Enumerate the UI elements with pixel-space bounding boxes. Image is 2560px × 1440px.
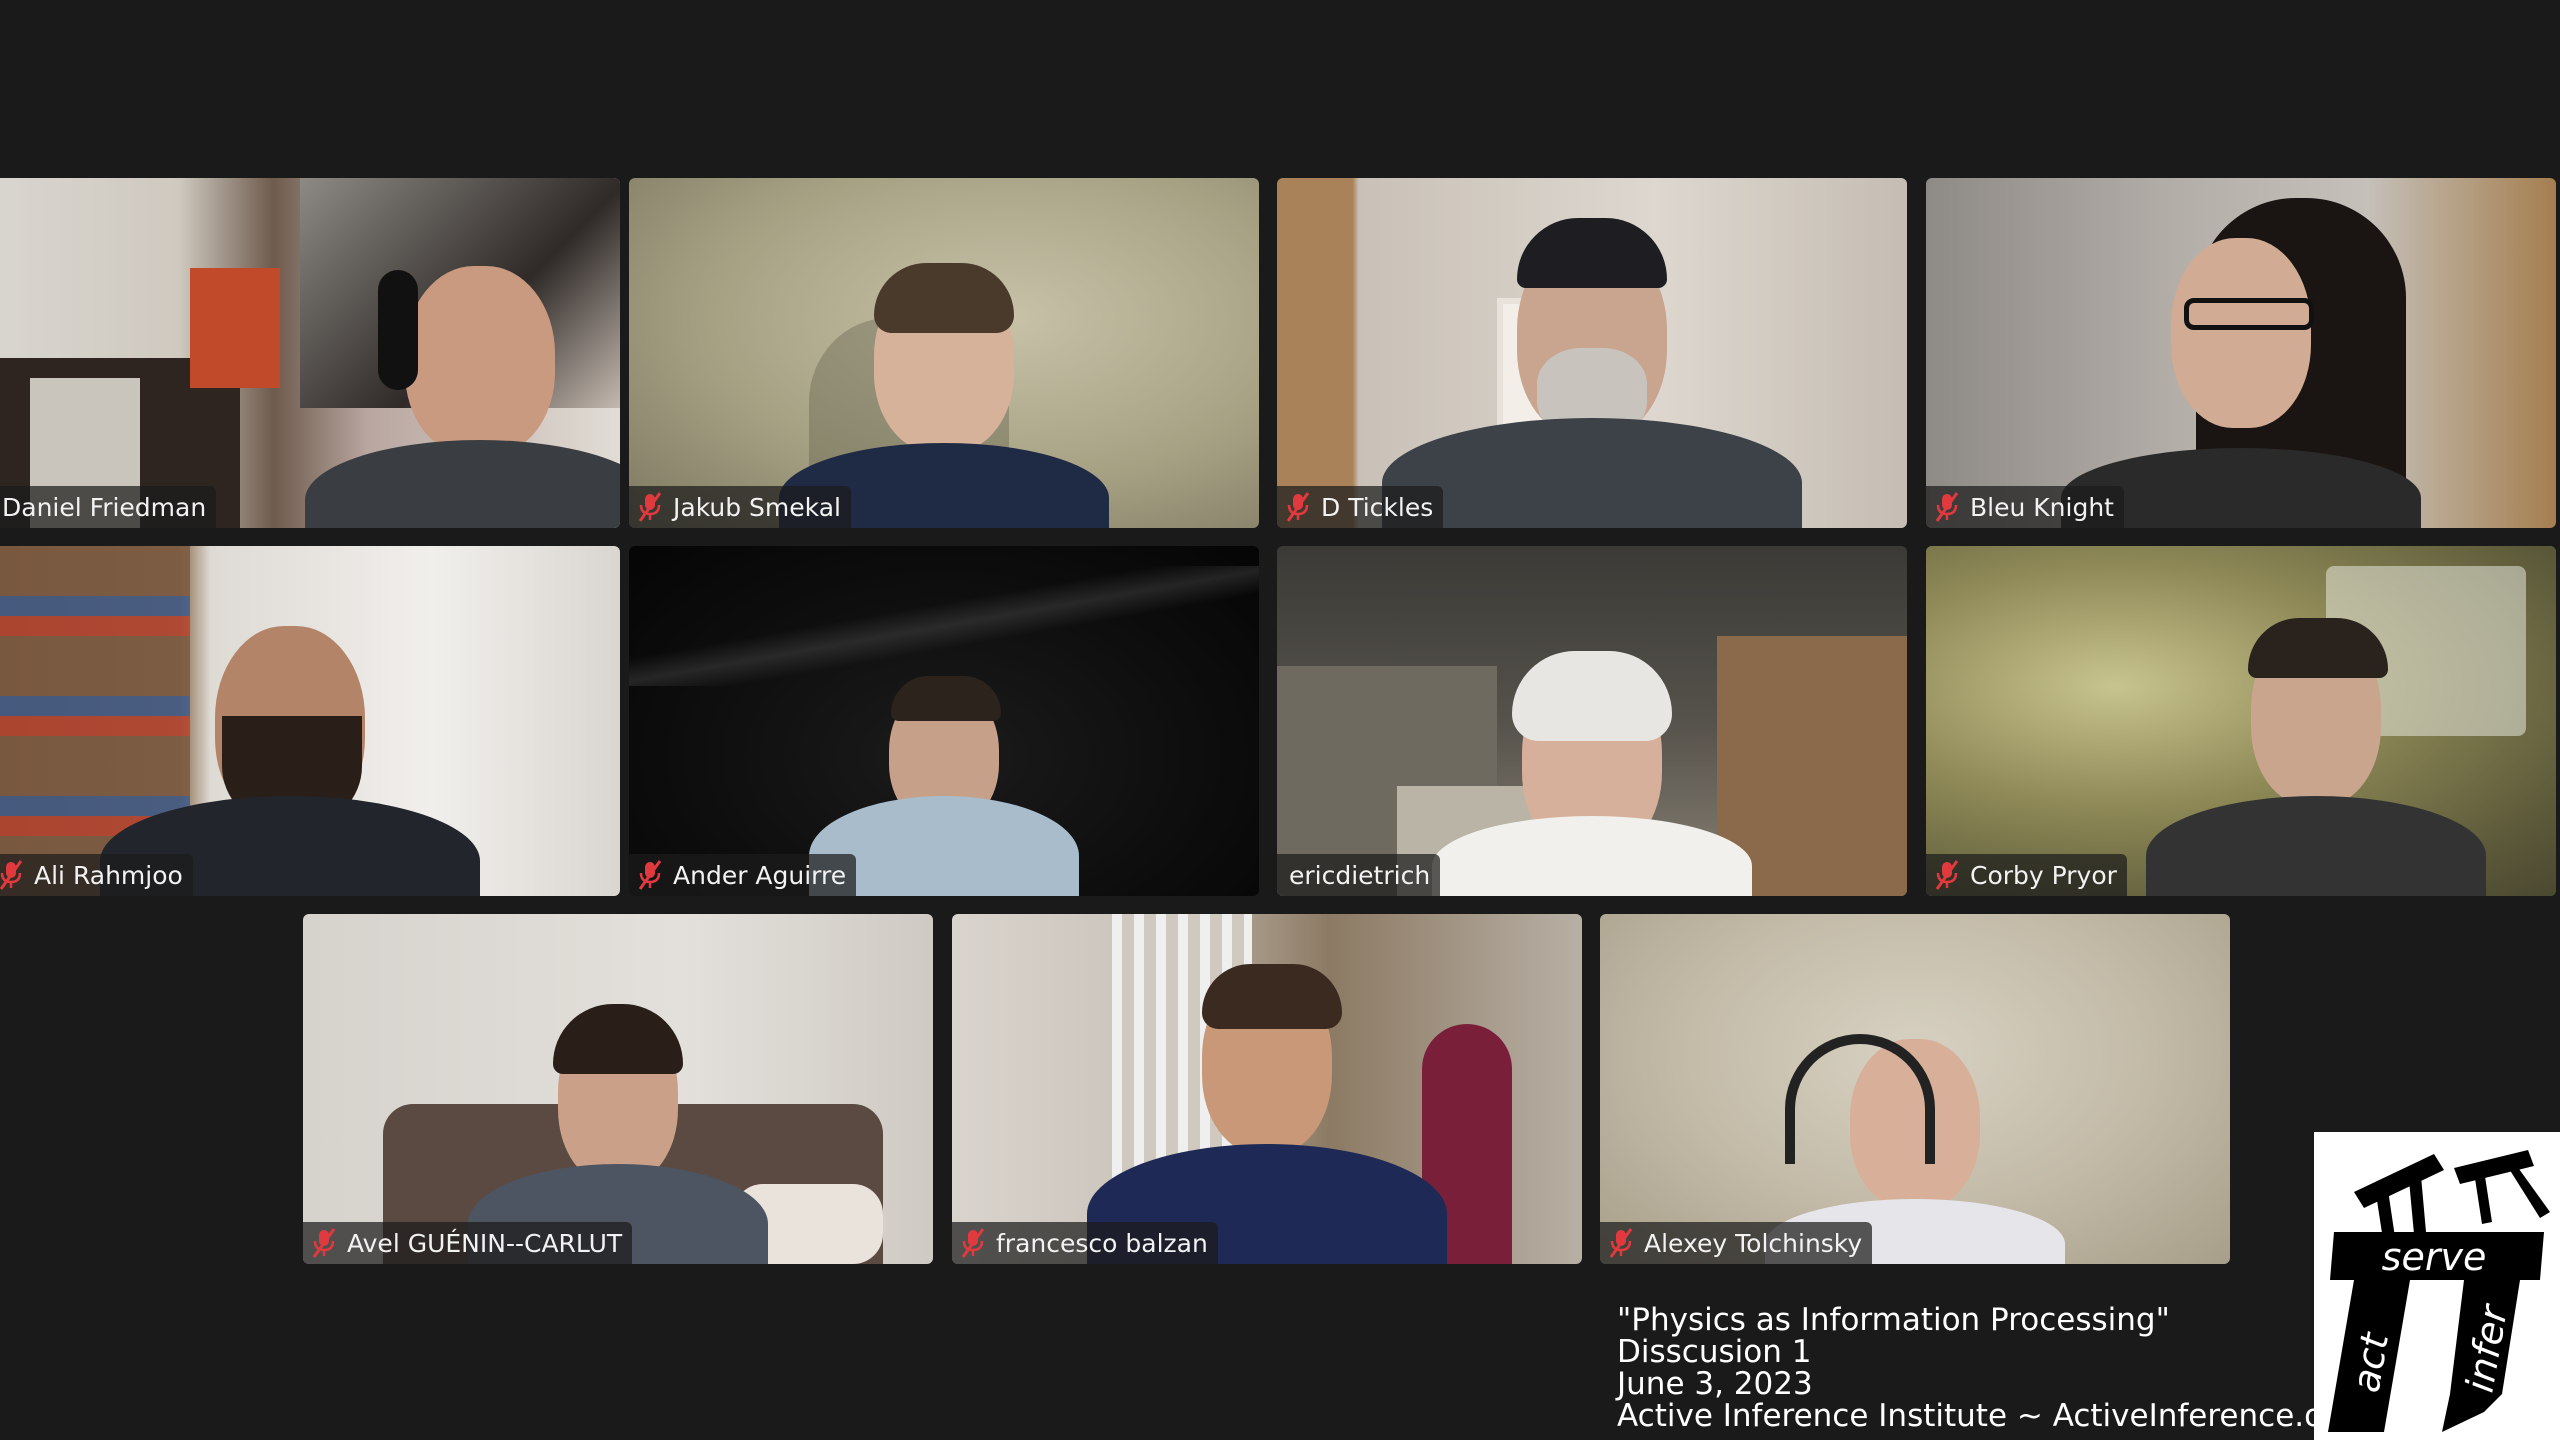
microphone-muted-icon bbox=[1934, 859, 1960, 891]
video-tile-ali-rahmjoo[interactable]: Ali Rahmjoo bbox=[0, 546, 620, 896]
participant-nametag: Alexey Tolchinsky bbox=[1600, 1222, 1873, 1264]
microphone-muted-icon bbox=[1285, 491, 1311, 523]
participant-nametag: ericdietrich bbox=[1277, 854, 1441, 896]
active-inference-logo: serve act infer bbox=[2314, 1132, 2560, 1440]
participant-name: Ander Aguirre bbox=[673, 860, 847, 890]
logo-word-serve: serve bbox=[2382, 1235, 2487, 1279]
episode-caption: "Physics as Information Processing" Diss… bbox=[1617, 1304, 2355, 1432]
participant-name: Bleu Knight bbox=[1970, 492, 2114, 522]
microphone-muted-icon bbox=[637, 491, 663, 523]
video-tile-corby-pryor-active-speaker[interactable]: Corby Pryor bbox=[1926, 546, 2556, 896]
video-tile-daniel-friedman[interactable]: Daniel Friedman bbox=[0, 178, 620, 528]
participant-name: D Tickles bbox=[1321, 492, 1434, 522]
microphone-muted-icon bbox=[0, 859, 24, 891]
microphone-muted-icon bbox=[311, 1227, 337, 1259]
participant-name: francesco balzan bbox=[996, 1228, 1208, 1258]
participant-nametag: francesco balzan bbox=[952, 1222, 1218, 1264]
microphone-muted-icon bbox=[1934, 491, 1960, 523]
video-tile-alexey-tolchinsky[interactable]: Alexey Tolchinsky bbox=[1600, 914, 2230, 1264]
participant-nametag: Avel GUÉNIN--CARLUT bbox=[303, 1222, 633, 1264]
participant-name: Alexey Tolchinsky bbox=[1644, 1228, 1863, 1258]
participant-nametag: Ali Rahmjoo bbox=[0, 854, 193, 896]
participant-name: Avel GUÉNIN--CARLUT bbox=[347, 1228, 623, 1258]
video-tile-avel-guenin-carlut[interactable]: Avel GUÉNIN--CARLUT bbox=[303, 914, 933, 1264]
video-tile-ander-aguirre[interactable]: Ander Aguirre bbox=[629, 546, 1259, 896]
participant-nametag: Ander Aguirre bbox=[629, 854, 857, 896]
video-tile-bleu-knight[interactable]: Bleu Knight bbox=[1926, 178, 2556, 528]
video-tile-francesco-balzan[interactable]: francesco balzan bbox=[952, 914, 1582, 1264]
participant-name: Corby Pryor bbox=[1970, 860, 2117, 890]
participant-nametag: Jakub Smekal bbox=[629, 486, 851, 528]
video-tile-jakub-smekal[interactable]: Jakub Smekal bbox=[629, 178, 1259, 528]
caption-subtitle: Disscusion 1 bbox=[1617, 1334, 1812, 1370]
microphone-muted-icon bbox=[1608, 1227, 1634, 1259]
caption-title: "Physics as Information Processing" bbox=[1617, 1302, 2170, 1338]
caption-date: June 3, 2023 bbox=[1617, 1366, 1813, 1402]
participant-name: Ali Rahmjoo bbox=[34, 860, 183, 890]
participant-nametag: Bleu Knight bbox=[1926, 486, 2124, 528]
caption-organization: Active Inference Institute ~ ActiveInfer… bbox=[1617, 1398, 2355, 1434]
participant-nametag: Daniel Friedman bbox=[0, 486, 217, 528]
participant-name: Jakub Smekal bbox=[673, 492, 841, 522]
video-tile-ericdietrich[interactable]: ericdietrich bbox=[1277, 546, 1907, 896]
participant-nametag: D Tickles bbox=[1277, 486, 1444, 528]
participant-name: Daniel Friedman bbox=[2, 492, 207, 522]
microphone-muted-icon bbox=[637, 859, 663, 891]
video-tile-d-tickles[interactable]: D Tickles bbox=[1277, 178, 1907, 528]
microphone-muted-icon bbox=[960, 1227, 986, 1259]
participant-nametag: Corby Pryor bbox=[1926, 854, 2127, 896]
participant-name: ericdietrich bbox=[1289, 860, 1431, 890]
meeting-gallery-view: Daniel Friedman Jakub Smekal D Tickles B… bbox=[0, 0, 2560, 1440]
